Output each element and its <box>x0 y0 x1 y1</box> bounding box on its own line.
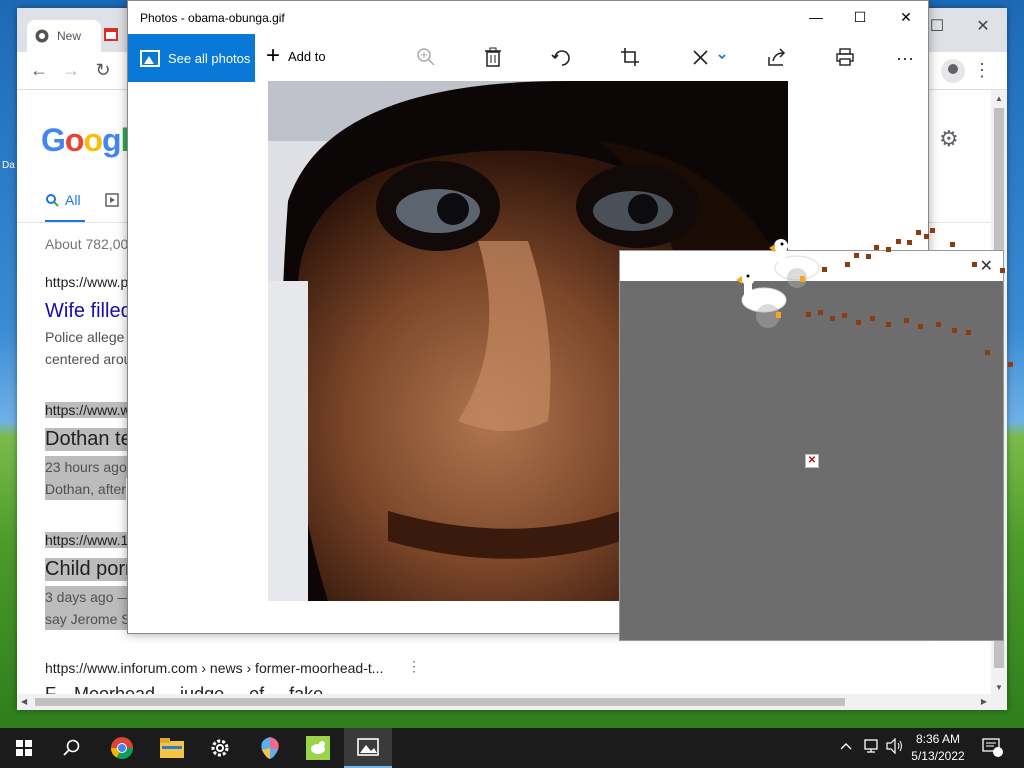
photos-command-bar: See all photos + Add to ··· <box>128 34 928 82</box>
chevron-up-icon[interactable] <box>840 738 852 754</box>
result-url[interactable]: https://www.w <box>45 402 131 418</box>
share-icon[interactable] <box>766 47 788 69</box>
photo-gallery-icon <box>140 49 160 67</box>
desktop-shortcut-label: Da <box>2 160 15 171</box>
paint-3d-icon[interactable] <box>246 728 294 768</box>
maximize-icon[interactable]: ☐ <box>850 7 870 27</box>
horizontal-scroll-thumb[interactable] <box>35 698 845 706</box>
settings-gear-icon[interactable]: ⚙ <box>939 126 959 152</box>
add-to-label: Add to <box>288 48 326 64</box>
see-all-photos-label: See all photos <box>168 50 251 66</box>
result-title[interactable]: Dothan te <box>45 428 132 451</box>
system-clock[interactable]: 8:36 AM 5/13/2022 <box>905 731 971 765</box>
clock-time: 8:36 AM <box>915 732 961 746</box>
search-icon <box>46 194 59 207</box>
add-to-button[interactable]: + Add to <box>266 42 326 69</box>
goose-sprite <box>736 271 787 328</box>
goose-app-icon[interactable] <box>294 728 342 768</box>
result-title[interactable]: Wife filled <box>45 300 132 323</box>
photos-titlebar[interactable]: Photos - obama-obunga.gif — ☐ ✕ <box>128 1 928 34</box>
result-snippet: Police allege <box>45 329 125 345</box>
result-url[interactable]: https://www.1 <box>45 532 129 548</box>
chrome-favicon-icon <box>35 29 49 43</box>
minimize-icon[interactable]: — <box>806 7 826 27</box>
see-all-photos-button[interactable]: See all photos <box>128 34 255 82</box>
edit-draw-icon[interactable] <box>690 47 730 69</box>
close-icon[interactable]: ✕ <box>896 7 916 27</box>
photos-window-title: Photos - obama-obunga.gif <box>140 11 285 25</box>
result-snippet: centered arou <box>45 351 132 367</box>
result-snippet: Dothan, after <box>45 478 126 500</box>
scroll-up-icon[interactable]: ▲ <box>995 94 1003 103</box>
delete-icon[interactable] <box>482 47 504 69</box>
notification-center-icon[interactable] <box>982 738 1004 758</box>
calendar-tab-icon[interactable] <box>103 26 123 46</box>
result-snippet: say Jerome S <box>45 608 131 630</box>
chrome-tab[interactable]: New <box>27 20 101 52</box>
search-tab-all-label: All <box>65 192 81 208</box>
profile-avatar[interactable] <box>941 59 965 83</box>
forward-arrow-icon[interactable]: → <box>61 60 81 80</box>
popup-close-icon[interactable]: ✕ <box>980 256 993 276</box>
broken-image-popup: ✕ ✕ <box>619 250 1004 641</box>
start-windows-icon[interactable] <box>0 728 48 768</box>
chrome-menu-icon[interactable]: ⋮ <box>973 60 991 81</box>
result-snippet: 3 days ago — <box>45 586 132 608</box>
zoom-icon[interactable] <box>415 47 437 69</box>
reload-icon[interactable]: ↻ <box>93 60 113 80</box>
chrome-maximize-button[interactable]: ☐ <box>927 16 947 36</box>
plus-icon: + <box>266 42 281 69</box>
broken-image-icon: ✕ <box>805 454 819 468</box>
crop-icon[interactable] <box>619 47 641 69</box>
taskbar: 8:36 AM 5/13/2022 <box>0 728 1024 768</box>
result-snippet: 23 hours ago <box>45 456 127 478</box>
network-icon[interactable] <box>862 738 880 757</box>
desktop-shortcut[interactable]: Da <box>0 150 16 174</box>
scroll-down-icon[interactable]: ▼ <box>995 683 1003 692</box>
file-explorer-icon[interactable] <box>148 728 196 768</box>
chrome-taskbar-icon[interactable] <box>98 728 146 768</box>
back-arrow-icon[interactable]: ← <box>29 60 49 80</box>
result-more-icon[interactable]: ⋮ <box>407 658 421 675</box>
scroll-right-icon[interactable]: ▶ <box>981 697 987 706</box>
print-icon[interactable] <box>834 47 856 69</box>
scroll-left-icon[interactable]: ◀ <box>21 697 27 706</box>
volume-icon[interactable] <box>886 737 904 757</box>
search-tab-all[interactable]: All <box>45 192 81 208</box>
chrome-tab-label: New <box>57 29 82 43</box>
photos-taskbar-icon[interactable] <box>344 728 392 768</box>
search-icon[interactable] <box>48 728 96 768</box>
video-tab-icon[interactable] <box>105 193 119 210</box>
result-url[interactable]: https://www.inforum.com › news › former-… <box>45 660 383 676</box>
result-title[interactable]: Child porn <box>45 558 137 581</box>
more-options-icon[interactable]: ··· <box>894 47 916 69</box>
clock-date: 5/13/2022 <box>911 749 965 763</box>
result-url[interactable]: https://www.p <box>45 274 128 290</box>
chrome-close-button[interactable]: ✕ <box>973 16 993 36</box>
horizontal-scrollbar[interactable]: ◀ ▶ <box>17 694 1007 710</box>
rotate-icon[interactable] <box>551 47 573 69</box>
results-count: About 782,00 <box>45 236 129 252</box>
settings-icon[interactable] <box>196 728 244 768</box>
